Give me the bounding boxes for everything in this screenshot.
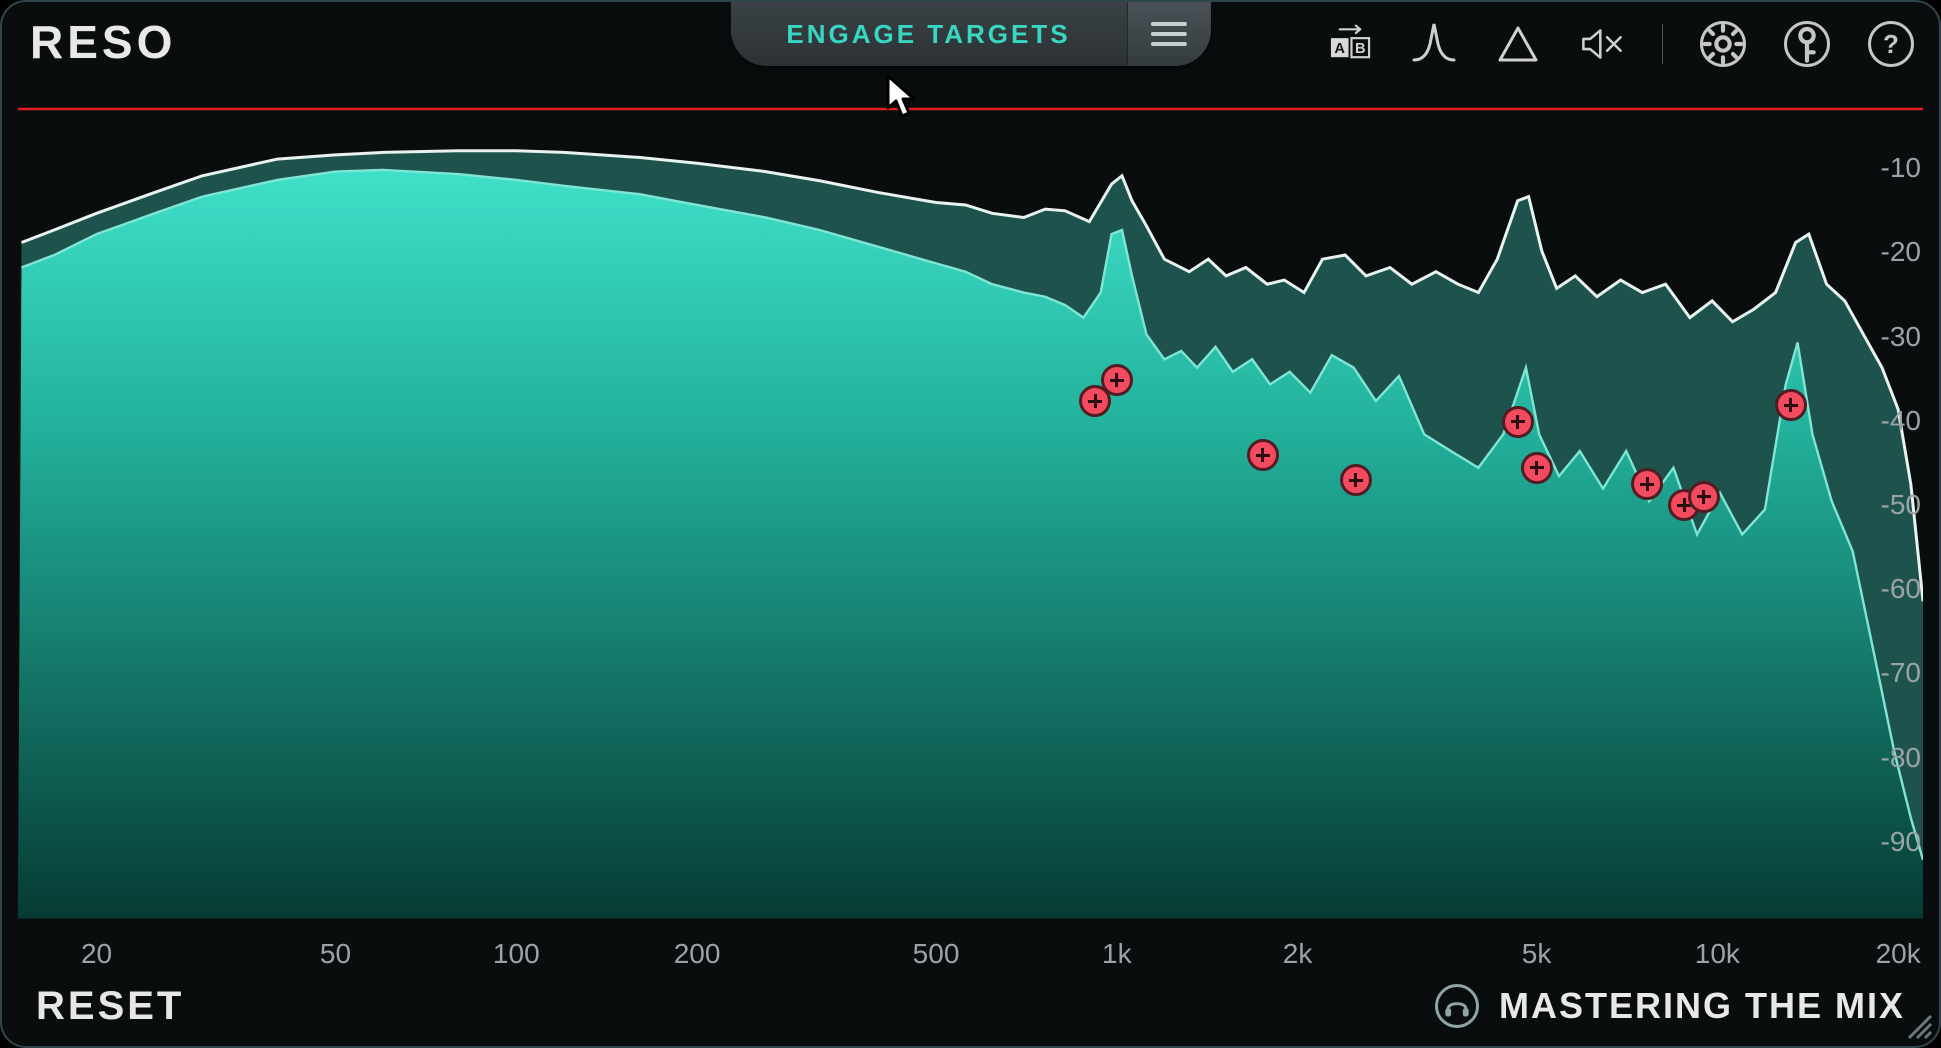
delta-icon: [1496, 22, 1540, 66]
y-tick-label: -50: [1881, 489, 1921, 521]
ab-compare-button[interactable]: A B: [1326, 20, 1374, 68]
app-title: RESO: [30, 15, 176, 69]
engage-targets-pill: ENGAGE TARGETS: [730, 2, 1210, 66]
toolbar: A B: [1326, 20, 1915, 68]
y-tick-label: -10: [1881, 152, 1921, 184]
footer: RESET MASTERING THE MIX: [2, 974, 1939, 1046]
resonance-node[interactable]: [1688, 481, 1720, 513]
x-tick-label: 100: [493, 938, 540, 970]
engage-menu-button[interactable]: [1127, 2, 1211, 66]
engage-targets-button[interactable]: ENGAGE TARGETS: [730, 2, 1126, 66]
y-axis-labels: -10 -20 -30 -40 -50 -60 -70 -80 -90: [1855, 84, 1925, 926]
settings-icon: [1700, 21, 1746, 67]
resonance-node[interactable]: [1775, 389, 1807, 421]
svg-text:A: A: [1334, 41, 1345, 57]
resonance-node[interactable]: [1502, 406, 1534, 438]
resonance-node[interactable]: [1521, 452, 1553, 484]
mute-button[interactable]: [1578, 20, 1626, 68]
delta-button[interactable]: [1494, 20, 1542, 68]
help-icon: ?: [1868, 21, 1914, 67]
toolbar-separator: [1662, 24, 1663, 64]
reset-button[interactable]: RESET: [36, 984, 184, 1029]
resonance-node[interactable]: [1101, 364, 1133, 396]
resonance-shape-button[interactable]: [1410, 20, 1458, 68]
header: RESO ENGAGE TARGETS A B: [2, 2, 1939, 82]
x-tick-label: 500: [913, 938, 960, 970]
y-tick-label: -80: [1881, 742, 1921, 774]
spectrum-svg: [18, 84, 1923, 966]
y-tick-label: -60: [1881, 573, 1921, 605]
resonance-node[interactable]: [1340, 464, 1372, 496]
resize-grip[interactable]: [1903, 1010, 1933, 1040]
settings-button[interactable]: [1699, 20, 1747, 68]
key-icon: [1784, 21, 1830, 67]
help-button[interactable]: ?: [1867, 20, 1915, 68]
x-tick-label: 200: [674, 938, 721, 970]
y-tick-label: -30: [1881, 321, 1921, 353]
ab-compare-icon: A B: [1328, 22, 1372, 66]
y-tick-label: -70: [1881, 657, 1921, 689]
x-tick-label: 5k: [1522, 938, 1552, 970]
x-tick-label: 10k: [1695, 938, 1740, 970]
y-tick-label: -40: [1881, 405, 1921, 437]
x-tick-label: 20: [81, 938, 112, 970]
x-tick-label: 20k: [1876, 938, 1921, 970]
resonance-curve-icon: [1412, 22, 1456, 66]
svg-text:B: B: [1355, 41, 1366, 57]
spectrum-chart[interactable]: 20501002005001k2k5k10k20k -10-20-30-40-5…: [18, 84, 1923, 966]
y-tick-label: -20: [1881, 236, 1921, 268]
x-tick-label: 50: [320, 938, 351, 970]
resonance-node[interactable]: [1247, 439, 1279, 471]
key-button[interactable]: [1783, 20, 1831, 68]
x-tick-label: 1k: [1102, 938, 1132, 970]
brand-logo-icon: [1435, 984, 1479, 1028]
app-window: RESO ENGAGE TARGETS A B: [0, 0, 1941, 1048]
brand[interactable]: MASTERING THE MIX: [1435, 984, 1905, 1028]
resonance-node[interactable]: [1631, 468, 1663, 500]
brand-label: MASTERING THE MIX: [1499, 985, 1905, 1027]
mute-icon: [1580, 22, 1624, 66]
hamburger-icon: [1151, 20, 1187, 48]
y-tick-label: -90: [1881, 826, 1921, 858]
x-tick-label: 2k: [1283, 938, 1313, 970]
